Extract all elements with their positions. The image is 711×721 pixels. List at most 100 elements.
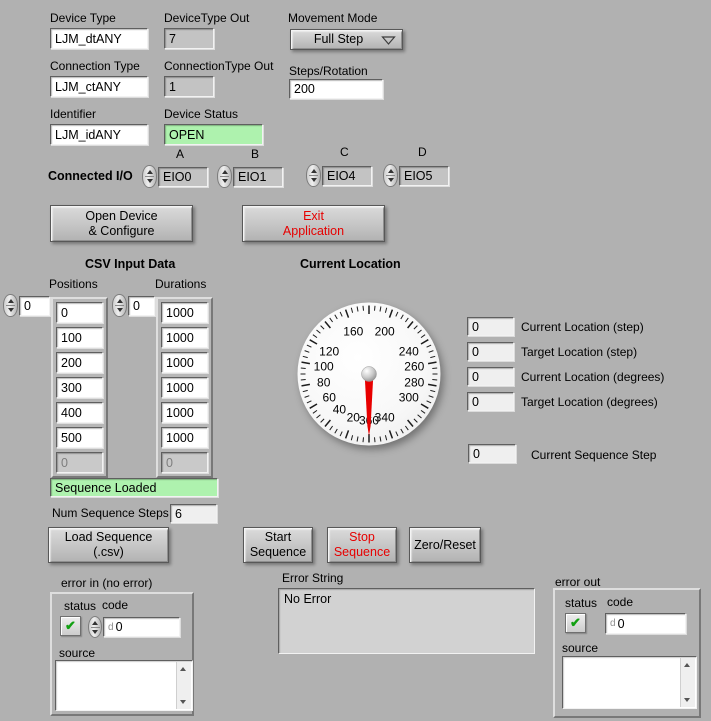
error-out-status-indicator: ✔ xyxy=(565,613,586,633)
sequence-status-indicator: Sequence Loaded xyxy=(50,478,218,497)
error-out-source-box xyxy=(562,656,697,709)
scrollbar[interactable] xyxy=(680,658,695,707)
channel-b-field[interactable]: EIO1 xyxy=(233,167,283,187)
durations-element[interactable]: 1000 xyxy=(161,377,208,398)
channel-a-spinner[interactable] xyxy=(142,165,157,188)
positions-element[interactable]: 0 xyxy=(56,302,103,323)
spin-down-icon[interactable] xyxy=(147,179,153,183)
positions-element-empty: 0 xyxy=(56,452,103,473)
positions-index-spinner[interactable] xyxy=(3,294,18,317)
exit-application-button[interactable]: Exit Application xyxy=(242,205,385,242)
channel-b-spinner[interactable] xyxy=(217,165,232,188)
current-location-gauge: 20406080100120160200240260280300340360 xyxy=(294,299,444,449)
error-in-source-label: source xyxy=(59,646,95,660)
steps-per-rotation-label: Steps/Rotation xyxy=(289,64,368,78)
spin-up-icon[interactable] xyxy=(117,299,123,303)
spin-down-icon[interactable] xyxy=(8,308,14,312)
device-type-input[interactable]: LJM_dtANY xyxy=(50,28,148,49)
error-in-code-spinner[interactable] xyxy=(88,616,102,638)
durations-element[interactable]: 1000 xyxy=(161,352,208,373)
positions-element[interactable]: 500 xyxy=(56,427,103,448)
open-device-button[interactable]: Open Device & Configure xyxy=(50,205,193,242)
durations-index-spinner[interactable] xyxy=(112,294,127,317)
spin-down-icon[interactable] xyxy=(117,308,123,312)
error-in-status-label: status xyxy=(64,599,96,613)
gauge-center-cap xyxy=(362,367,377,382)
svg-text:100: 100 xyxy=(314,360,334,374)
positions-element[interactable]: 100 xyxy=(56,327,103,348)
target-location-degrees-label: Target Location (degrees) xyxy=(521,395,658,409)
durations-element[interactable]: 1000 xyxy=(161,302,208,323)
spin-up-icon[interactable] xyxy=(8,299,14,303)
durations-element-empty: 0 xyxy=(161,452,208,473)
svg-text:200: 200 xyxy=(375,324,395,338)
error-out-status-label: status xyxy=(565,596,597,610)
error-out-cluster: status ✔ code d0 source xyxy=(553,588,701,718)
channel-c-spinner[interactable] xyxy=(306,164,321,187)
spin-down-icon[interactable] xyxy=(222,179,228,183)
spin-down-icon[interactable] xyxy=(92,630,98,634)
channel-a-field[interactable]: EIO0 xyxy=(158,167,208,187)
spin-up-icon[interactable] xyxy=(388,169,394,173)
error-in-status-checkbox[interactable]: ✔ xyxy=(60,616,81,636)
scroll-down-icon[interactable] xyxy=(684,698,690,702)
load-sequence-button[interactable]: Load Sequence (.csv) xyxy=(48,527,169,563)
start-sequence-button[interactable]: Start Sequence xyxy=(243,527,313,563)
error-in-cluster: status ✔ code d0 source xyxy=(50,592,194,716)
scroll-down-icon[interactable] xyxy=(180,700,186,704)
scroll-up-icon[interactable] xyxy=(180,667,186,671)
device-type-out-label: DeviceType Out xyxy=(164,11,249,25)
positions-element[interactable]: 400 xyxy=(56,402,103,423)
current-sequence-step-indicator: 0 xyxy=(468,444,516,463)
svg-text:40: 40 xyxy=(333,403,347,417)
stop-sequence-button[interactable]: Stop Sequence xyxy=(327,527,397,563)
error-out-source-label: source xyxy=(562,641,598,655)
error-string-label: Error String xyxy=(282,571,343,585)
durations-index-field[interactable]: 0 xyxy=(128,296,155,316)
spin-up-icon[interactable] xyxy=(92,621,98,625)
spin-down-icon[interactable] xyxy=(311,178,317,182)
device-type-label: Device Type xyxy=(50,11,116,25)
connection-type-input[interactable]: LJM_ctANY xyxy=(50,76,148,97)
target-location-step-indicator: 0 xyxy=(467,342,514,361)
durations-label: Durations xyxy=(155,277,206,291)
durations-element[interactable]: 1000 xyxy=(161,327,208,348)
error-in-code-field[interactable]: d0 xyxy=(103,617,180,637)
durations-element[interactable]: 1000 xyxy=(161,402,208,423)
check-icon: ✔ xyxy=(65,618,76,634)
svg-text:120: 120 xyxy=(319,345,339,359)
svg-text:160: 160 xyxy=(343,324,363,338)
device-status-indicator: OPEN xyxy=(164,124,263,145)
dropdown-arrow-icon xyxy=(381,36,396,45)
spin-down-icon[interactable] xyxy=(388,178,394,182)
positions-element[interactable]: 300 xyxy=(56,377,103,398)
radix-indicator: d xyxy=(108,622,114,633)
movement-mode-dropdown[interactable]: Full Step xyxy=(290,29,403,50)
error-in-title: error in (no error) xyxy=(61,576,152,590)
current-location-degrees-indicator: 0 xyxy=(467,367,514,386)
spin-up-icon[interactable] xyxy=(222,170,228,174)
spin-up-icon[interactable] xyxy=(311,169,317,173)
labview-front-panel: Device Type LJM_dtANY DeviceType Out 7 M… xyxy=(0,0,711,721)
svg-text:60: 60 xyxy=(323,391,337,405)
durations-array: 1000 1000 1000 1000 1000 1000 0 xyxy=(156,297,213,478)
spin-up-icon[interactable] xyxy=(147,170,153,174)
steps-per-rotation-input[interactable]: 200 xyxy=(289,79,383,99)
channel-c-field[interactable]: EIO4 xyxy=(322,166,372,186)
durations-element[interactable]: 1000 xyxy=(161,427,208,448)
scroll-up-icon[interactable] xyxy=(684,663,690,667)
device-type-out-indicator: 7 xyxy=(164,28,214,49)
channel-d-spinner[interactable] xyxy=(383,164,398,187)
error-in-code-label: code xyxy=(102,598,128,612)
zero-reset-button[interactable]: Zero/Reset xyxy=(409,527,481,563)
channel-c-label: C xyxy=(340,145,349,159)
identifier-input[interactable]: LJM_idANY xyxy=(50,124,148,145)
positions-index-field[interactable]: 0 xyxy=(19,296,50,316)
channel-d-field[interactable]: EIO5 xyxy=(399,166,449,186)
error-in-source-box[interactable] xyxy=(55,660,193,711)
connection-type-out-label: ConnectionType Out xyxy=(164,59,273,73)
csv-input-title: CSV Input Data xyxy=(85,257,175,271)
scrollbar[interactable] xyxy=(176,662,191,709)
svg-text:300: 300 xyxy=(399,391,419,405)
positions-element[interactable]: 200 xyxy=(56,352,103,373)
